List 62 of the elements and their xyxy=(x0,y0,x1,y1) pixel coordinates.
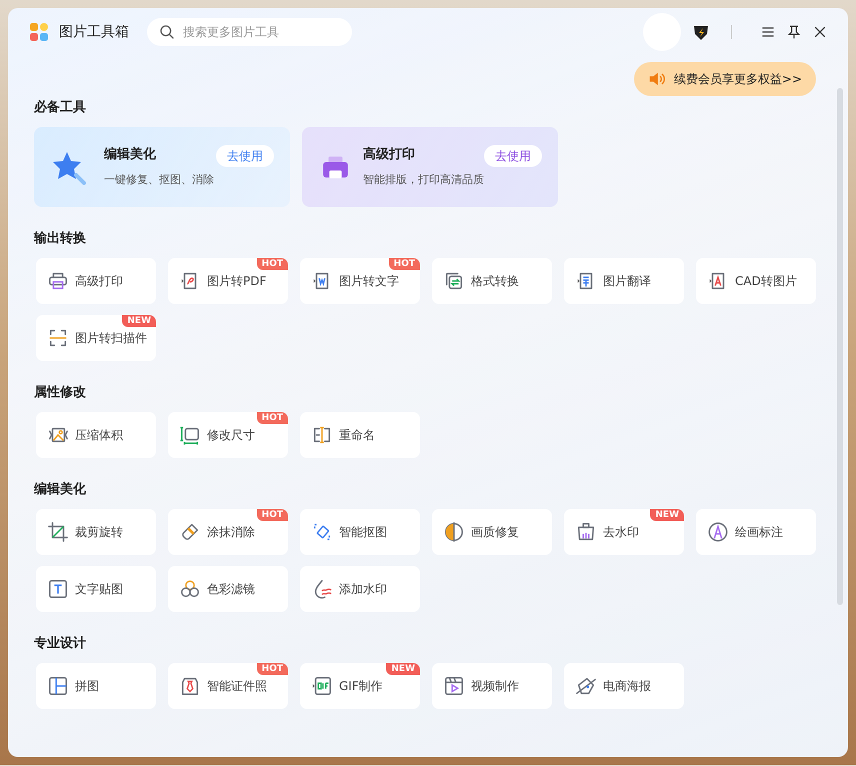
search-icon xyxy=(159,24,175,40)
tag: NEW xyxy=(122,315,156,327)
layout-icon xyxy=(47,675,69,697)
gif-icon xyxy=(311,675,333,697)
tool-button[interactable]: 高级打印 xyxy=(36,258,156,304)
promo-button[interactable]: 续费会员享更多权益>> xyxy=(634,62,816,96)
cutout-icon xyxy=(311,521,333,543)
pen-icon xyxy=(707,521,729,543)
tool-button[interactable]: 图片翻译 xyxy=(564,258,684,304)
logo-icon xyxy=(29,22,49,42)
eraser-icon xyxy=(179,521,201,543)
speaker-icon xyxy=(648,70,666,88)
section-heading: 属性修改 xyxy=(34,384,87,401)
video-icon xyxy=(443,675,465,697)
tool-button[interactable]: 色彩滤镜 xyxy=(168,566,288,612)
tag: HOT xyxy=(388,258,420,270)
card-subtitle: 智能排版，打印高清品质 xyxy=(363,172,484,187)
pin-icon[interactable] xyxy=(786,24,802,40)
section-heading: 必备工具 xyxy=(34,98,87,116)
tool-button[interactable]: 画质修复 xyxy=(432,509,552,555)
tag: HOT xyxy=(256,258,288,270)
scan-icon xyxy=(47,327,69,349)
search-field[interactable]: 搜索更多图片工具 xyxy=(147,18,352,46)
tag: HOT xyxy=(256,412,288,424)
card-subtitle: 一键修复、抠图、消除 xyxy=(104,172,215,187)
tool-button[interactable]: 格式转换 xyxy=(432,258,552,304)
section-heading: 输出转换 xyxy=(34,230,87,247)
feature-card[interactable]: 编辑美化 一键修复、抠图、消除 去使用 xyxy=(34,127,290,207)
circles-icon xyxy=(179,578,201,600)
tool-button[interactable]: 视频制作 xyxy=(432,663,552,709)
tool-button[interactable]: 压缩体积 xyxy=(36,412,156,458)
text-icon xyxy=(47,578,69,600)
resize-icon xyxy=(179,424,201,446)
printer-icon xyxy=(47,270,69,292)
tool-button[interactable]: CAD转图片 xyxy=(696,258,816,304)
app-title: 图片工具箱 xyxy=(59,23,129,41)
use-button[interactable]: 去使用 xyxy=(216,145,274,167)
scrollbar[interactable] xyxy=(837,88,843,605)
tag: NEW xyxy=(650,509,684,521)
use-button[interactable]: 去使用 xyxy=(484,145,542,167)
crop-icon xyxy=(47,521,69,543)
tool-button[interactable]: 电商海报 xyxy=(564,663,684,709)
tool-button[interactable]: 添加水印 xyxy=(300,566,420,612)
tool-button[interactable]: 智能抠图 xyxy=(300,509,420,555)
card-title: 编辑美化 xyxy=(104,146,157,163)
tag: HOT xyxy=(256,663,288,675)
tie-icon xyxy=(179,675,201,697)
close-icon[interactable] xyxy=(812,24,828,40)
tag: HOT xyxy=(256,509,288,521)
tool-button[interactable]: 拼图 xyxy=(36,663,156,709)
feature-card[interactable]: 高级打印 智能排版，打印高清品质 去使用 xyxy=(302,127,558,207)
card-title: 高级打印 xyxy=(363,146,416,163)
tag: NEW xyxy=(386,663,420,675)
tool-button[interactable]: 绘画标注 xyxy=(696,509,816,555)
tool-button[interactable]: 裁剪旋转 xyxy=(36,509,156,555)
contrast-icon xyxy=(443,521,465,543)
convert-icon xyxy=(443,270,465,292)
rename-icon xyxy=(311,424,333,446)
tool-button[interactable]: 重命名 xyxy=(300,412,420,458)
section-heading: 专业设计 xyxy=(34,635,87,652)
tool-button[interactable]: 文字贴图 xyxy=(36,566,156,612)
section-heading: 编辑美化 xyxy=(34,480,87,498)
